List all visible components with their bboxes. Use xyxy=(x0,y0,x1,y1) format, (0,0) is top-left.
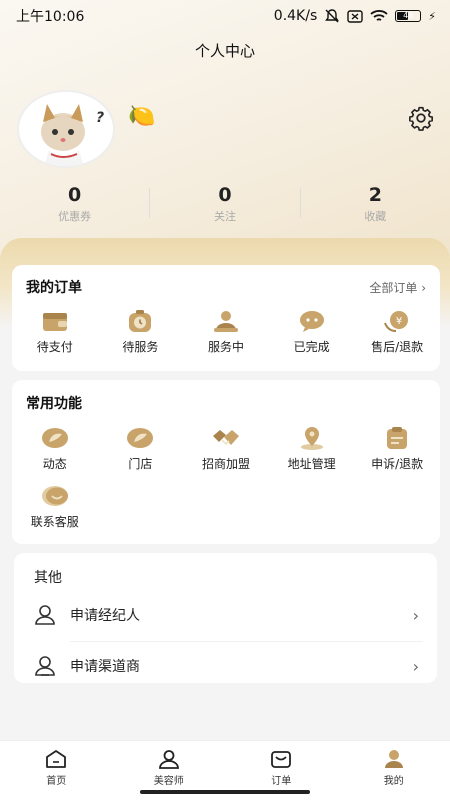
question-mark: ? xyxy=(96,110,105,126)
feature-item-customer-service[interactable]: 联系客服 xyxy=(12,484,98,530)
battery-icon: 46 xyxy=(395,10,422,22)
feature-item-appeal-refund[interactable]: 申诉/退款 xyxy=(354,426,440,472)
page-title: 个人中心 xyxy=(194,42,255,60)
chevron-right-icon: › xyxy=(412,656,419,676)
nickname-emoji: 🍋 xyxy=(128,104,156,129)
chevron-right-icon: › xyxy=(412,605,419,625)
charging-icon: ⚡ xyxy=(428,9,436,23)
clipboard-icon xyxy=(387,427,408,449)
order-item-in-service[interactable]: 服务中 xyxy=(183,309,269,355)
feature-item-address[interactable]: 地址管理 xyxy=(269,426,355,472)
stat-following[interactable]: 0 关注 xyxy=(150,184,299,226)
service-person-icon xyxy=(213,311,238,332)
tab-home[interactable]: 首页 xyxy=(0,741,113,800)
order-icon xyxy=(271,751,292,768)
gear-icon[interactable] xyxy=(408,105,434,131)
clock-bag-icon xyxy=(129,310,152,332)
order-item-pending-payment[interactable]: 待支付 xyxy=(12,309,98,355)
person-icon xyxy=(35,605,55,625)
handshake-icon xyxy=(212,430,239,446)
features-title: 常用功能 xyxy=(26,396,82,412)
wallet-icon xyxy=(42,313,67,331)
stat-coupons[interactable]: 0 优惠券 xyxy=(0,184,149,226)
beautician-icon xyxy=(158,750,179,769)
orders-card: 我的订单 全部订单 › 待支付 待服务 服务中 已完成 ¥ 售后/退款 xyxy=(12,265,440,371)
feature-item-moments[interactable]: 动态 xyxy=(12,426,98,472)
sim-x-icon xyxy=(347,9,363,23)
orders-title: 我的订单 xyxy=(26,280,82,296)
order-item-after-sales[interactable]: ¥ 售后/退款 xyxy=(354,309,440,355)
stat-favorites[interactable]: 2 收藏 xyxy=(301,184,450,226)
location-pin-icon xyxy=(300,427,323,450)
cat-avatar-image xyxy=(19,92,113,166)
leaf-bubble-icon xyxy=(41,428,68,448)
home-indicator xyxy=(140,790,310,794)
apply-broker-row[interactable]: 申请经纪人 › xyxy=(14,597,437,633)
status-bar: 上午10:06 0.4K/s 46 ⚡ xyxy=(0,0,450,32)
leaf-bubble-icon xyxy=(127,428,154,448)
smile-bubble-icon xyxy=(41,486,68,506)
apply-channel-row[interactable]: 申请渠道商 › xyxy=(14,642,437,690)
tab-mine[interactable]: 我的 xyxy=(338,741,450,800)
feature-item-stores[interactable]: 门店 xyxy=(98,426,184,472)
network-speed: 0.4K/s xyxy=(273,8,318,24)
others-title: 其他 xyxy=(34,570,62,586)
svg-text:¥: ¥ xyxy=(396,316,402,327)
status-time: 上午10:06 xyxy=(16,9,85,25)
mute-bell-icon xyxy=(325,9,340,23)
stats-row: 0 优惠券 0 关注 2 收藏 xyxy=(0,184,450,226)
all-orders-link[interactable]: 全部订单 › xyxy=(369,279,426,296)
person-outline-icon xyxy=(35,656,55,676)
order-item-completed[interactable]: 已完成 xyxy=(269,309,355,355)
order-item-pending-service[interactable]: 待服务 xyxy=(98,309,184,355)
feature-item-franchise[interactable]: 招商加盟 xyxy=(183,426,269,472)
others-card: 其他 申请经纪人 › 申请渠道商 › xyxy=(14,553,437,683)
wifi-icon xyxy=(370,10,388,21)
mine-icon xyxy=(384,750,403,768)
home-icon xyxy=(46,750,67,768)
features-card: 常用功能 动态 门店 招商加盟 地址管理 申诉/退款 联系客服 xyxy=(12,380,440,544)
avatar[interactable] xyxy=(17,90,115,168)
refund-icon: ¥ xyxy=(384,311,409,332)
chat-done-icon xyxy=(299,311,324,332)
